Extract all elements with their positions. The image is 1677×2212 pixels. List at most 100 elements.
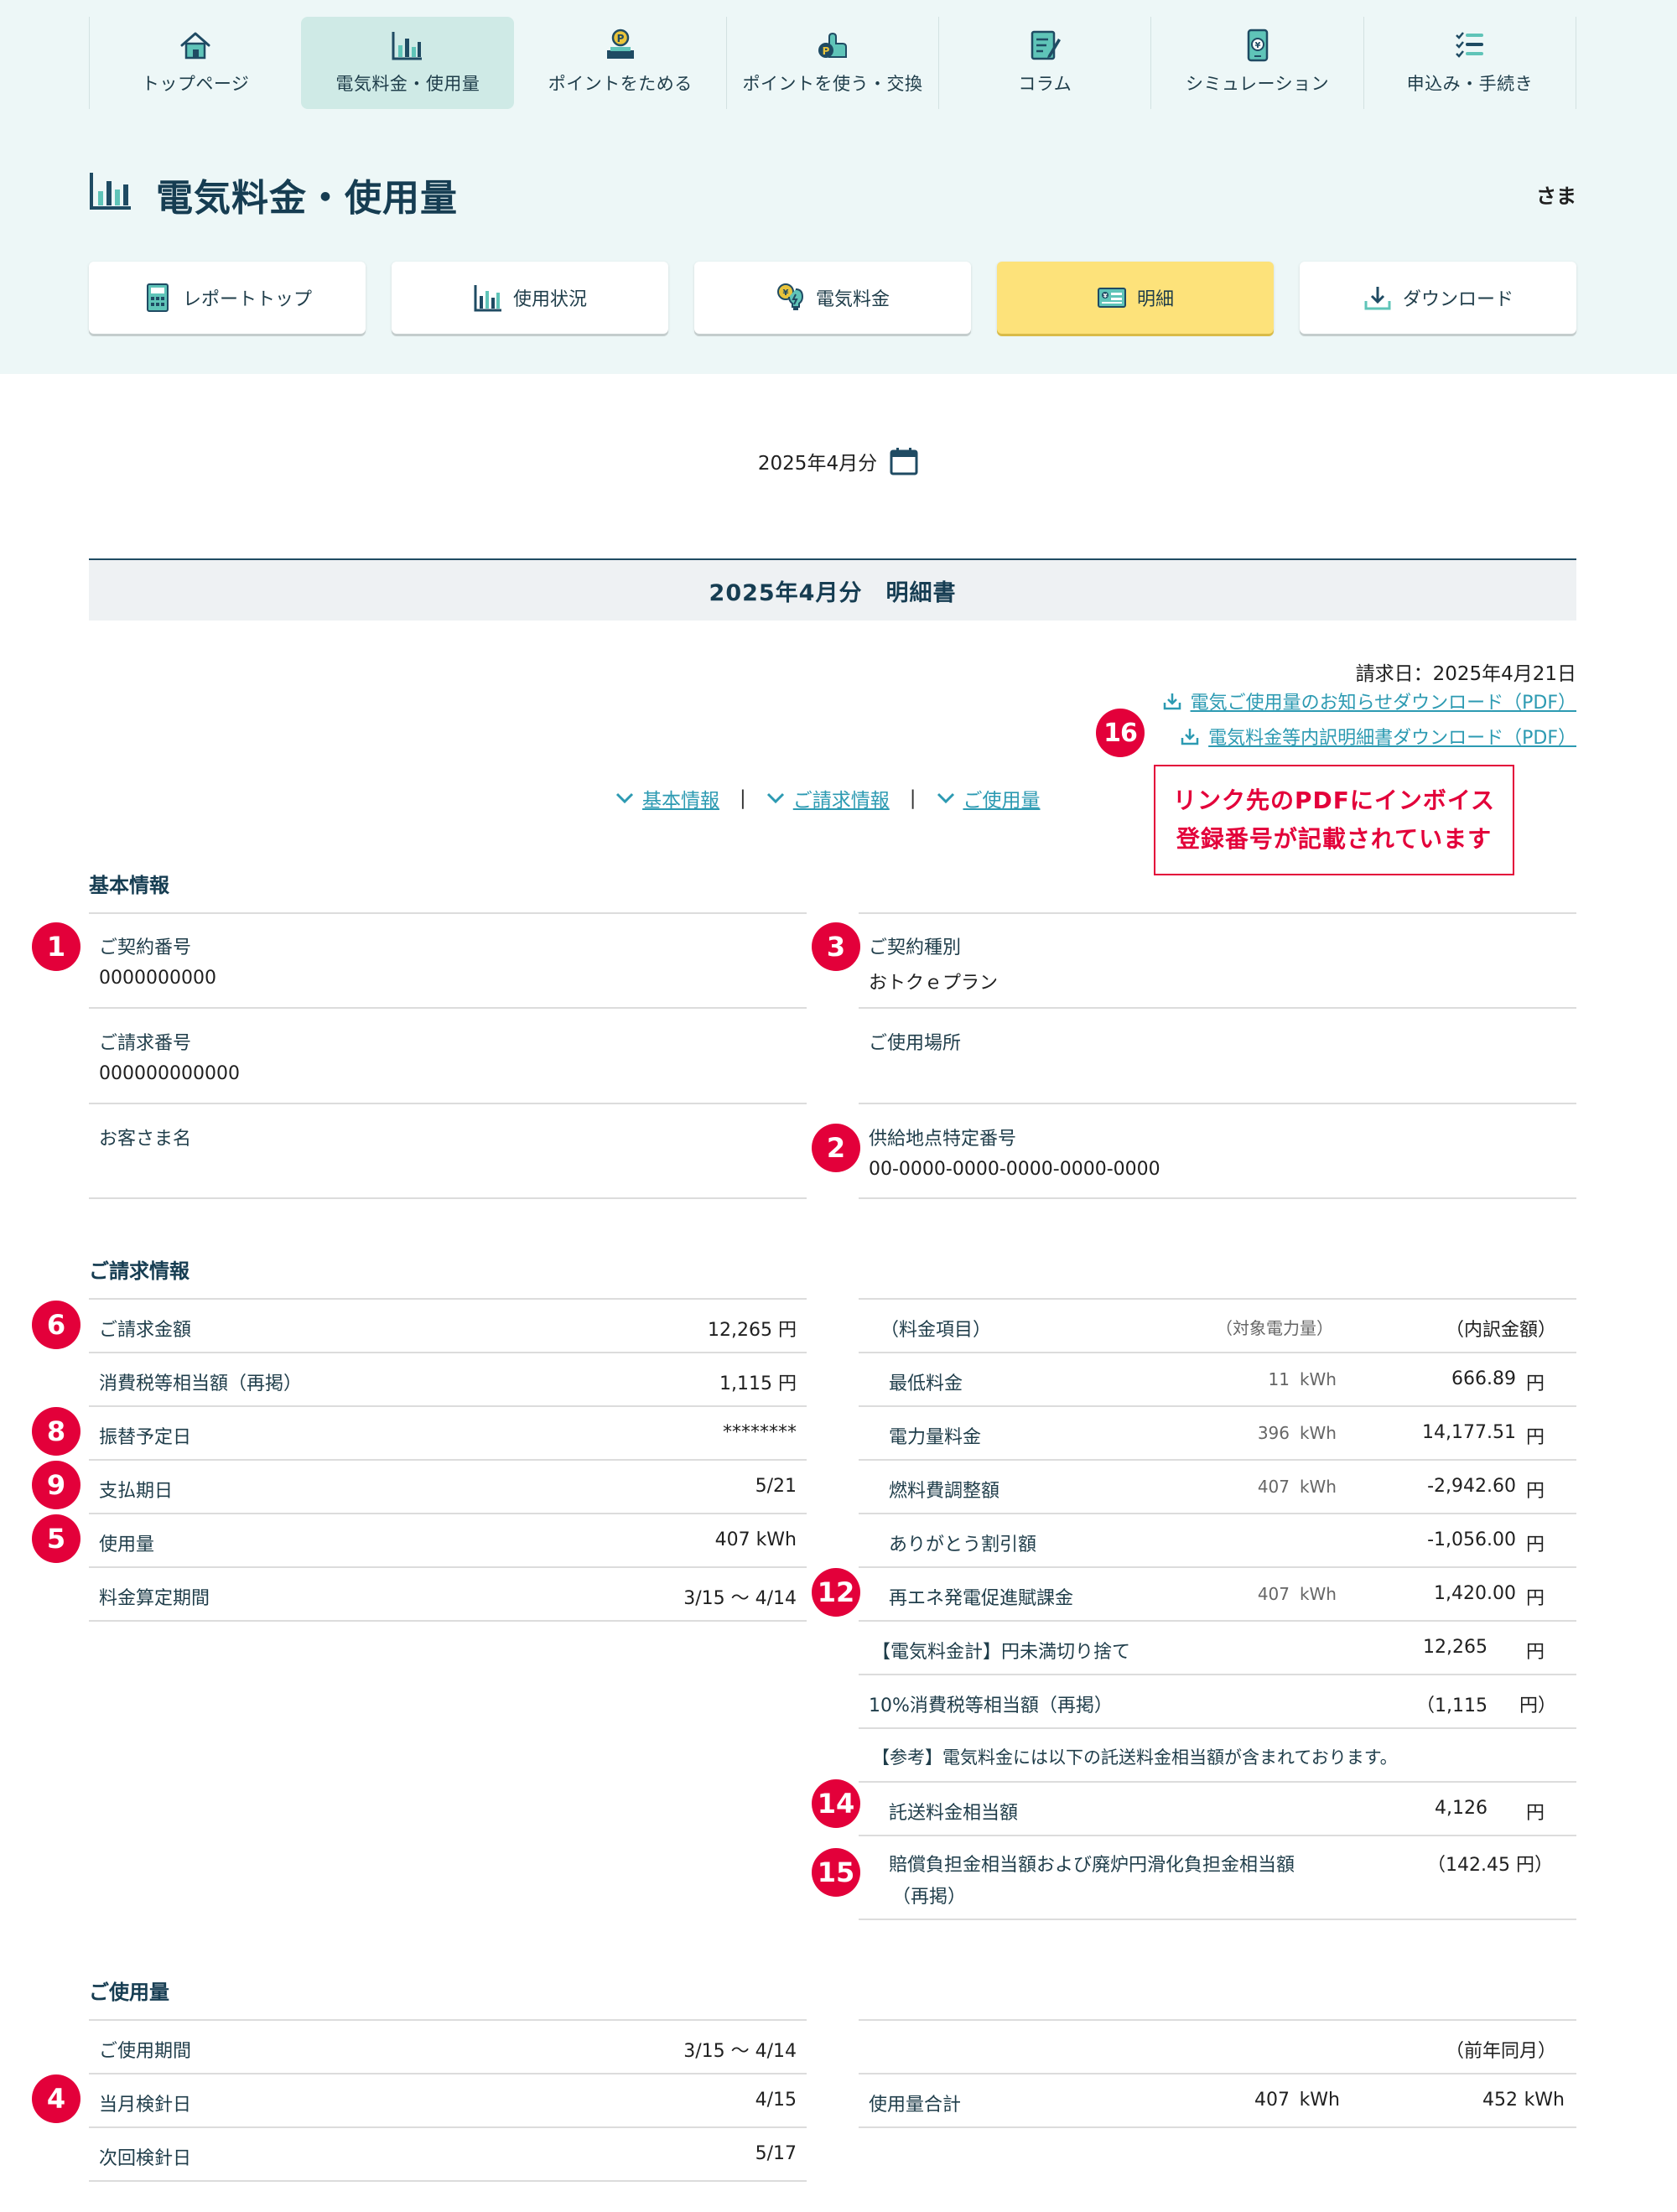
tab-report-top[interactable]: レポートトップ <box>89 262 366 334</box>
pdf-link-label: 電気料金等内訳明細書ダウンロード（PDF） <box>1208 728 1576 749</box>
usage-period-value: 3/15 〜 4/14 <box>683 2041 797 2062</box>
invoice-number-label: ご請求番号 <box>99 1033 192 1054</box>
gnav-electricity[interactable]: 電気料金・使用量 <box>301 17 514 109</box>
fee-total-amount: 12,265 <box>1423 1637 1487 1658</box>
billing-period-label: 料金算定期間 <box>99 1588 210 1609</box>
billing-amount-label: ご請求金額 <box>99 1320 192 1341</box>
divider <box>859 1919 1576 1920</box>
chevron-down-icon <box>937 792 954 804</box>
divider <box>859 912 1576 914</box>
svg-text:¥: ¥ <box>1254 41 1260 50</box>
breakdown-item-unit: kWh <box>1299 1477 1337 1497</box>
svg-text:P: P <box>823 45 830 57</box>
divider <box>89 912 807 914</box>
divider <box>859 2126 1576 2128</box>
divider <box>89 1459 807 1461</box>
breakdown-item-yen: 円 <box>1525 1481 1545 1502</box>
divider <box>89 1352 807 1353</box>
callout-line-1: リンク先のPDFにインボイス <box>1172 787 1496 814</box>
gnav-column[interactable]: コラム <box>938 17 1150 109</box>
invoice-number: ご請求番号 000000000000 <box>99 1028 240 1084</box>
transfer-date-value: ******** <box>723 1422 797 1443</box>
anchor-label: ご使用量 <box>963 790 1041 812</box>
divider <box>859 1197 1576 1199</box>
divider <box>89 1103 807 1104</box>
annotation-badge-15: 15 <box>812 1848 860 1897</box>
breakdown-item-amount: 666.89 <box>1451 1368 1516 1389</box>
svg-text:¥: ¥ <box>1103 293 1108 299</box>
consignment-fee-label: 託送料金相当額 <box>889 1803 1019 1824</box>
tab-download[interactable]: ダウンロード <box>1300 262 1576 334</box>
bar-chart-icon <box>90 173 131 210</box>
tab-usage[interactable]: 使用状況 <box>392 262 668 334</box>
annotation-badge-16: 16 <box>1096 709 1145 757</box>
breakdown-item-unit: kWh <box>1299 1584 1337 1604</box>
usage-place: ご使用場所 <box>869 1028 961 1063</box>
home-icon <box>180 32 210 60</box>
total-usage-prev: 452 <box>1482 2090 1518 2111</box>
annotation-badge-1: 1 <box>32 922 80 971</box>
breakdown-item-kwh: 407 <box>1257 1584 1290 1604</box>
anchor-label: 基本情報 <box>642 790 719 812</box>
annotation-badge-9: 9 <box>32 1461 80 1509</box>
usage-amount-label: 使用量 <box>99 1534 155 1555</box>
breakdown-item-label: 最低料金 <box>889 1373 963 1394</box>
month-selector: 2025年4月分 <box>0 443 1677 480</box>
divider <box>89 1197 807 1199</box>
tax-amount-value: 1,115 円 <box>719 1373 797 1394</box>
point-use-icon: P <box>818 32 847 58</box>
anchor-billing-info[interactable]: ご請求情報 <box>766 784 890 813</box>
download-icon <box>1163 693 1181 710</box>
total-usage-current: 407 <box>1254 2090 1290 2111</box>
annotation-badge-8: 8 <box>32 1407 80 1456</box>
anchor-basic-info[interactable]: 基本情報 <box>615 784 719 813</box>
gnav-use-points[interactable]: P ポイントを使う・交換 <box>725 17 938 109</box>
divider <box>859 2073 1576 2074</box>
annotation-badge-12: 12 <box>812 1568 860 1617</box>
breakdown-item-amount: -2,942.60 <box>1427 1476 1516 1497</box>
supply-point-id-label: 供給地点特定番号 <box>869 1129 1017 1150</box>
tab-electricity-fee[interactable]: ¥ 電気料金 <box>694 262 971 334</box>
statement-header: 2025年4月分 明細書 <box>89 558 1576 621</box>
payment-due-label: 支払期日 <box>99 1481 174 1502</box>
divider <box>89 2073 807 2074</box>
breakdown-header-kwh: （対象電力量） <box>1216 1318 1333 1338</box>
statement-title: 2025年4月分 明細書 <box>709 579 957 606</box>
anchor-label: ご請求情報 <box>792 790 890 812</box>
gnav-application[interactable]: 申込み・手続き <box>1363 17 1576 109</box>
meter-reading-date-label: 当月検針日 <box>99 2095 192 2116</box>
breakdown-item-unit: kWh <box>1299 1369 1337 1389</box>
breakdown-item-amount: -1,056.00 <box>1427 1529 1516 1550</box>
transfer-date-label: 振替予定日 <box>99 1427 192 1448</box>
gnav-top-page[interactable]: トップページ <box>89 17 301 109</box>
total-usage-prev-unit: kWh <box>1524 2090 1565 2111</box>
divider <box>859 1405 1576 1407</box>
consignment-fee-yen: 円 <box>1525 1803 1545 1824</box>
tab-statement[interactable]: ¥ 明細 <box>997 262 1274 334</box>
tab-label: 明細 <box>1136 289 1174 310</box>
next-reading-date-value: 5/17 <box>755 2143 797 2164</box>
anchor-usage[interactable]: ご使用量 <box>937 784 1041 813</box>
calendar-icon[interactable] <box>889 446 919 476</box>
basic-info-title: 基本情報 <box>89 874 169 897</box>
gnav-earn-points[interactable]: P ポイントをためる <box>514 17 726 109</box>
divider <box>89 2126 807 2128</box>
gnav-simulation[interactable]: ¥ シミュレーション <box>1150 17 1363 109</box>
annotation-badge-3: 3 <box>812 922 860 971</box>
callout-line-2: 登録番号が記載されています <box>1176 825 1493 853</box>
usage-amount-value: 407 kWh <box>714 1529 797 1550</box>
consignment-fee-amount: 4,126 <box>1435 1798 1487 1819</box>
customer-name-label: お客さま名 <box>99 1129 192 1150</box>
breakdown-item-amount: 1,420.00 <box>1434 1583 1516 1604</box>
tab-label: 電気料金 <box>815 289 890 310</box>
reference-note: 【参考】電気料金には以下の託送料金相当額が含まれております。 <box>872 1747 1398 1768</box>
usage-notice-pdf-link[interactable]: 電気ご使用量のお知らせダウンロード（PDF） <box>1162 688 1576 714</box>
divider <box>859 1103 1576 1104</box>
tab-label: レポートトップ <box>182 289 312 310</box>
svg-text:¥: ¥ <box>783 288 789 298</box>
gnav-label: トップページ <box>141 74 250 94</box>
gnav-label: 電気料金・使用量 <box>335 74 480 94</box>
pdf-link-label: 電気ご使用量のお知らせダウンロード（PDF） <box>1190 693 1576 714</box>
payment-due-value: 5/21 <box>755 1476 797 1497</box>
fee-breakdown-pdf-link[interactable]: 電気料金等内訳明細書ダウンロード（PDF） <box>1180 723 1576 750</box>
